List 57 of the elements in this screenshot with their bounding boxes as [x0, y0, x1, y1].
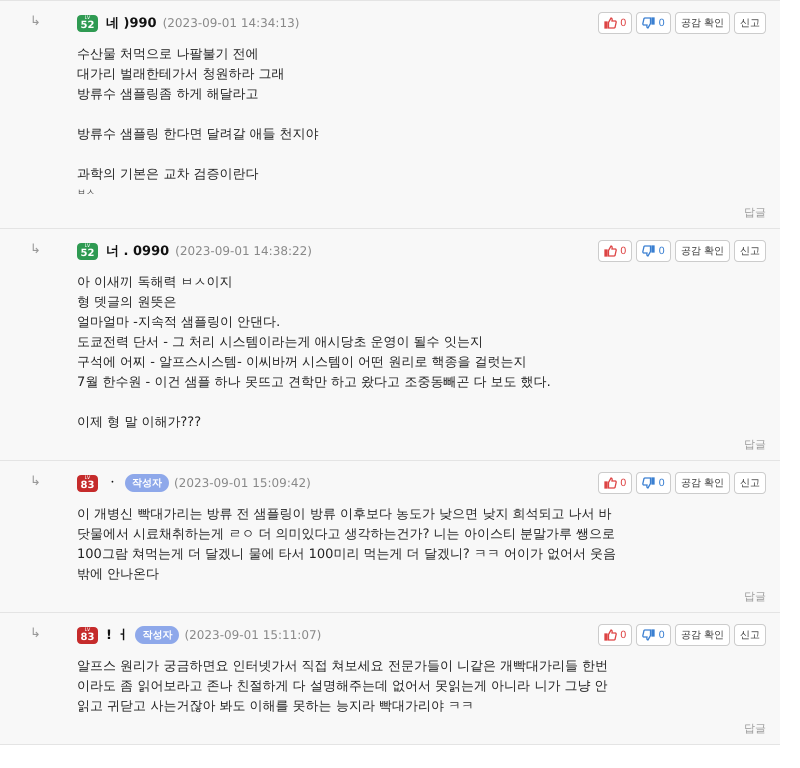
dislike-button[interactable]: 0: [636, 12, 671, 34]
thumbs-down-icon: [642, 477, 656, 489]
level-number: 83: [80, 480, 94, 490]
comment-text: 도쿄전력 단서 - 그 처리 시스템이라는게 애시당초 운영이 될수 잇는지: [77, 334, 484, 352]
report-button[interactable]: 신고: [734, 12, 766, 34]
comment-text: 7월 한수원 - 이건 샘플 하나 못뜨고 견학만 하고 왔다고 조중동빼곤 다 보도 했다.: [77, 374, 552, 392]
user-name[interactable]: ! ㅓ: [106, 626, 130, 644]
report-button[interactable]: 신고: [734, 472, 766, 494]
level-number: 52: [80, 248, 94, 258]
report-button[interactable]: 신고: [734, 624, 766, 646]
user-name[interactable]: 너 . 0990: [106, 242, 170, 260]
thumbs-down-icon: [642, 17, 656, 29]
comment-time: (2023-09-01 14:34:13): [162, 16, 300, 30]
comment-text: 방류수 샘플링좀 하게 해달라고: [77, 86, 260, 104]
like-button[interactable]: 0: [598, 472, 632, 494]
reply-arrow-icon: ↳: [30, 11, 77, 220]
report-button[interactable]: 신고: [734, 240, 766, 262]
comment-text: 이제 형 말 이해가???: [77, 414, 202, 432]
user-name[interactable]: 네 )990: [106, 14, 157, 32]
comment-text: 아 이새끼 독해력 ㅂㅅ이지: [77, 274, 234, 292]
thumbs-down-icon: [642, 629, 656, 641]
reply-arrow-icon: ↳: [30, 623, 77, 736]
author-tag: 작성자: [135, 626, 180, 644]
thumbs-up-icon: [604, 17, 618, 29]
comment-text: 형 뎃글의 원뜻은: [77, 294, 178, 312]
check-likes-button[interactable]: 공감 확인: [674, 12, 730, 34]
check-likes-button[interactable]: 공감 확인: [674, 472, 730, 494]
dislike-button[interactable]: 0: [636, 472, 671, 494]
comment-text: 구석에 어찌 - 알프스시스템- 이씨바꺼 시스템이 어떤 원리로 핵종을 걸럿는지: [77, 354, 528, 372]
level-number: 83: [80, 632, 94, 642]
dislike-button[interactable]: 0: [636, 624, 671, 646]
comment-time: (2023-09-01 15:09:42): [174, 476, 311, 490]
thumbs-up-icon: [604, 477, 618, 489]
reply-arrow-icon: ↳: [30, 471, 77, 604]
like-button[interactable]: 0: [598, 12, 632, 34]
comment-text: 대가리 벌래한테가서 청원하라 그래: [77, 66, 286, 84]
comment-text: 얼마얼마 -지속적 샘플링이 안댄다.: [77, 314, 282, 332]
like-button[interactable]: 0: [598, 624, 632, 646]
comment-time: (2023-09-01 15:11:07): [184, 628, 322, 642]
dislike-button[interactable]: 0: [636, 240, 671, 262]
comment-text: 방류수 샘플링 한다면 달려갈 애들 천지야: [77, 126, 320, 144]
comment-text: 이 개병신 빡대가리는 방류 전 샘플링이 방류 이후보다 농도가 낮으면 낮지 희석되고 나서 바닷물에서 시료채취하는게 ㄹㅇ 더 의미있다고 생각하는건가? 니는 아이스티 분말가루 쌩으로100그람 쳐먹는게 더 달겠니 물에 타서 100미리 먹는게 더 달겠니? ㅋㅋ 어이가 없어서 웃음밖에 안나온다: [77, 506, 617, 584]
reply-arrow-icon: ↳: [30, 239, 77, 452]
comment-time: (2023-09-01 14:38:22): [175, 244, 312, 258]
thumbs-down-icon: [642, 245, 656, 257]
level-number: 52: [80, 20, 94, 30]
author-tag: 작성자: [125, 474, 169, 492]
thumbs-up-icon: [604, 245, 618, 257]
comment-text: 과학의 기본은 교차 검증이란다: [77, 166, 260, 184]
comment-text: 알프스 원리가 궁금하면요 인터넷가서 직접 쳐보세요 전문가들이 니같은 개빡대가리들 한번이라도 좀 읽어보라고 존나 친절하게 다 설명해주는데 없어서 못읽는게 아니라 니가 그냥 안읽고 귀닫고 사는거잖아 봐도 이해를 못하는 능지라 빡대가리야 ㅋㅋ: [77, 658, 610, 716]
comment-text: ㅂㅅ: [77, 187, 96, 200]
thumbs-up-icon: [604, 629, 618, 641]
user-name[interactable]: ㆍ: [106, 474, 119, 492]
like-button[interactable]: 0: [598, 240, 632, 262]
check-likes-button[interactable]: 공감 확인: [674, 624, 730, 646]
check-likes-button[interactable]: 공감 확인: [674, 240, 730, 262]
comment-text: 수산물 처먹으로 나팔불기 전에: [77, 46, 260, 64]
